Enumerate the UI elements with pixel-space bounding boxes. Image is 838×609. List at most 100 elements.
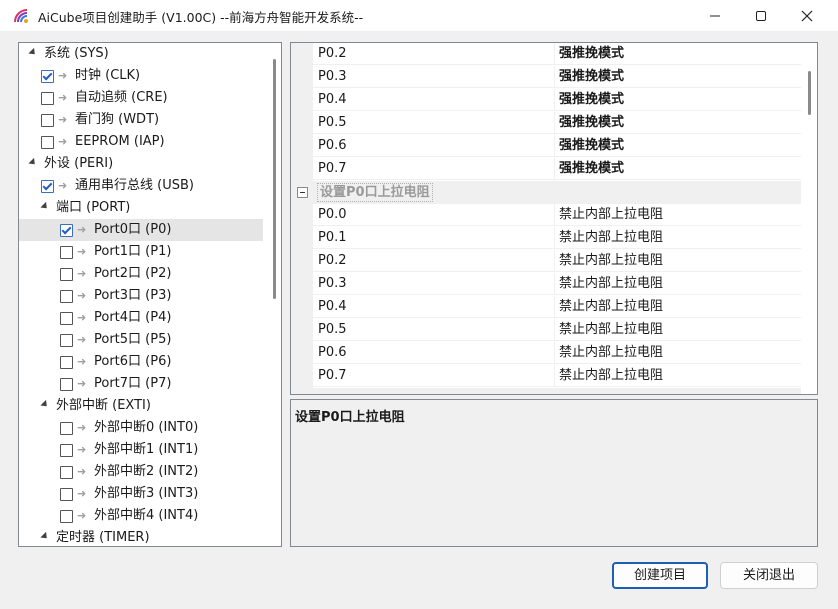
maximize-icon	[756, 10, 766, 21]
expand-arrow-icon[interactable]	[28, 47, 38, 58]
maximize-button[interactable]	[738, 0, 784, 31]
tree-scrollbar-thumb[interactable]	[273, 59, 276, 299]
property-value[interactable]: 强推挽模式	[555, 158, 801, 180]
tree-item[interactable]: ➜ Port1口 (P1)	[19, 241, 263, 263]
property-value[interactable]: 强推挽模式	[555, 43, 801, 65]
tree-item[interactable]: 端口 (PORT)	[19, 197, 263, 219]
tree-item[interactable]: ➜ 看门狗 (WDT)	[19, 109, 263, 131]
tree-item[interactable]: ➜ 外部中断1 (INT1)	[19, 439, 263, 461]
property-row-gutter	[291, 273, 313, 296]
tree-item[interactable]: 系统 (SYS)	[19, 43, 263, 65]
tree-item-checkbox[interactable]	[60, 224, 73, 237]
tree-item-checkbox[interactable]	[60, 334, 73, 347]
tree-item-label: Port6口 (P6)	[94, 354, 172, 369]
tree-item-label: 外设 (PERI)	[44, 156, 114, 171]
property-value[interactable]: 禁止内部上拉电阻	[555, 204, 801, 226]
tree-item[interactable]: ➜ Port4口 (P4)	[19, 307, 263, 329]
property-row-gutter	[291, 227, 313, 250]
tree-item-checkbox[interactable]	[60, 312, 73, 325]
tree-item[interactable]: ➜ 外部中断3 (INT3)	[19, 483, 263, 505]
collapse-toggle-icon[interactable]	[297, 187, 308, 198]
expand-arrow-icon[interactable]	[40, 399, 50, 410]
property-row[interactable]: P0.7 强推挽模式	[291, 158, 801, 181]
property-value[interactable]: 强推挽模式	[555, 112, 801, 134]
tree-item[interactable]: ➜ Port2口 (P2)	[19, 263, 263, 285]
property-row[interactable]: P0.6 禁止内部上拉电阻	[291, 342, 801, 365]
property-row[interactable]: P0.1 禁止内部上拉电阻	[291, 227, 801, 250]
create-project-button[interactable]: 创建项目	[612, 562, 708, 589]
property-row[interactable]: P0.2 禁止内部上拉电阻	[291, 250, 801, 273]
tree-item[interactable]: ➜ Port6口 (P6)	[19, 351, 263, 373]
tree-item[interactable]: ➜ 外部中断4 (INT4)	[19, 505, 263, 527]
property-row[interactable]: P0.0 禁止内部上拉电阻	[291, 204, 801, 227]
arrow-right-icon: ➜	[77, 421, 87, 434]
tree-item-label: 通用串行总线 (USB)	[75, 178, 194, 193]
tree-item[interactable]: ➜ Port5口 (P5)	[19, 329, 263, 351]
property-value[interactable]: 禁止内部上拉电阻	[555, 273, 801, 295]
property-value[interactable]: 禁止内部上拉电阻	[555, 250, 801, 272]
property-value[interactable]: 强推挽模式	[555, 135, 801, 157]
property-value[interactable]: 强推挽模式	[555, 89, 801, 111]
tree-item-label: 外部中断2 (INT2)	[94, 464, 199, 479]
tree-item[interactable]: 外部中断 (EXTI)	[19, 395, 263, 417]
expand-arrow-icon[interactable]	[40, 531, 50, 542]
tree-item-checkbox[interactable]	[60, 422, 73, 435]
tree-item-checkbox[interactable]	[60, 466, 73, 479]
property-row[interactable]: P0.2 强推挽模式	[291, 43, 801, 66]
property-row[interactable]: P0.4 禁止内部上拉电阻	[291, 296, 801, 319]
property-row[interactable]: P0.7 禁止内部上拉电阻	[291, 365, 801, 388]
property-row[interactable]: P0.4 强推挽模式	[291, 89, 801, 112]
property-value[interactable]: 禁止内部上拉电阻	[555, 342, 801, 364]
tree-item-label: 外部中断3 (INT3)	[94, 486, 199, 501]
tree-item[interactable]: 外设 (PERI)	[19, 153, 263, 175]
tree-item-checkbox[interactable]	[41, 70, 54, 83]
minimize-icon	[710, 15, 720, 16]
tree-item-checkbox[interactable]	[41, 92, 54, 105]
close-window-button[interactable]	[784, 0, 830, 31]
property-value[interactable]: 禁止内部上拉电阻	[555, 227, 801, 249]
tree-scrollbar[interactable]	[269, 43, 280, 546]
minimize-button[interactable]	[692, 0, 738, 31]
expand-arrow-icon[interactable]	[40, 201, 50, 212]
tree-item[interactable]: ➜ 通用串行总线 (USB)	[19, 175, 263, 197]
tree-item-label: 看门狗 (WDT)	[75, 112, 160, 127]
tree-item-checkbox[interactable]	[60, 290, 73, 303]
property-grid-scrollbar-thumb[interactable]	[808, 71, 811, 115]
arrow-right-icon: ➜	[77, 509, 87, 522]
tree-item-checkbox[interactable]	[41, 180, 54, 193]
property-row[interactable]: P0.6 强推挽模式	[291, 135, 801, 158]
module-tree[interactable]: 系统 (SYS) ➜ 时钟 (CLK) ➜ 自动追频 (CRE) ➜ 看门狗 (WDT) ➜ E…	[18, 42, 282, 547]
tree-item-label: Port2口 (P2)	[94, 266, 172, 281]
tree-item-checkbox[interactable]	[41, 136, 54, 149]
tree-item[interactable]: ➜ Port7口 (P7)	[19, 373, 263, 395]
tree-item-checkbox[interactable]	[60, 378, 73, 391]
close-exit-button[interactable]: 关闭退出	[720, 562, 818, 589]
expand-arrow-icon[interactable]	[28, 157, 38, 168]
tree-item-checkbox[interactable]	[60, 268, 73, 281]
property-value[interactable]: 禁止内部上拉电阻	[555, 319, 801, 341]
tree-item[interactable]: ➜ Port3口 (P3)	[19, 285, 263, 307]
tree-item[interactable]: ➜ 自动追频 (CRE)	[19, 87, 263, 109]
property-value[interactable]: 强推挽模式	[555, 66, 801, 88]
property-value[interactable]: 禁止内部上拉电阻	[555, 296, 801, 318]
tree-item[interactable]: ➜ EEPROM (IAP)	[19, 131, 263, 153]
tree-item[interactable]: ➜ 外部中断0 (INT0)	[19, 417, 263, 439]
tree-item-checkbox[interactable]	[41, 114, 54, 127]
property-row[interactable]: P0.5 禁止内部上拉电阻	[291, 319, 801, 342]
property-row[interactable]: P0.5 强推挽模式	[291, 112, 801, 135]
tree-item-checkbox[interactable]	[60, 356, 73, 369]
property-row[interactable]: P0.3 强推挽模式	[291, 66, 801, 89]
tree-item-checkbox[interactable]	[60, 510, 73, 523]
property-category[interactable]: 设置P0口上拉电阻	[291, 181, 801, 204]
tree-item[interactable]: ➜ Port0口 (P0)	[19, 219, 263, 241]
tree-item[interactable]: 定时器 (TIMER)	[19, 527, 263, 546]
property-grid-scrollbar[interactable]	[803, 43, 815, 394]
property-value[interactable]: 禁止内部上拉电阻	[555, 365, 801, 387]
tree-item-checkbox[interactable]	[60, 488, 73, 501]
tree-item[interactable]: ➜ 时钟 (CLK)	[19, 65, 263, 87]
tree-item-checkbox[interactable]	[60, 444, 73, 457]
property-row[interactable]: P0.3 禁止内部上拉电阻	[291, 273, 801, 296]
tree-item-checkbox[interactable]	[60, 246, 73, 259]
tree-item[interactable]: ➜ 外部中断2 (INT2)	[19, 461, 263, 483]
property-grid[interactable]: P0.2 强推挽模式 P0.3 强推挽模式 P0.4 强推挽模式 P0.5 强推挽模式 P0.6…	[290, 42, 818, 395]
